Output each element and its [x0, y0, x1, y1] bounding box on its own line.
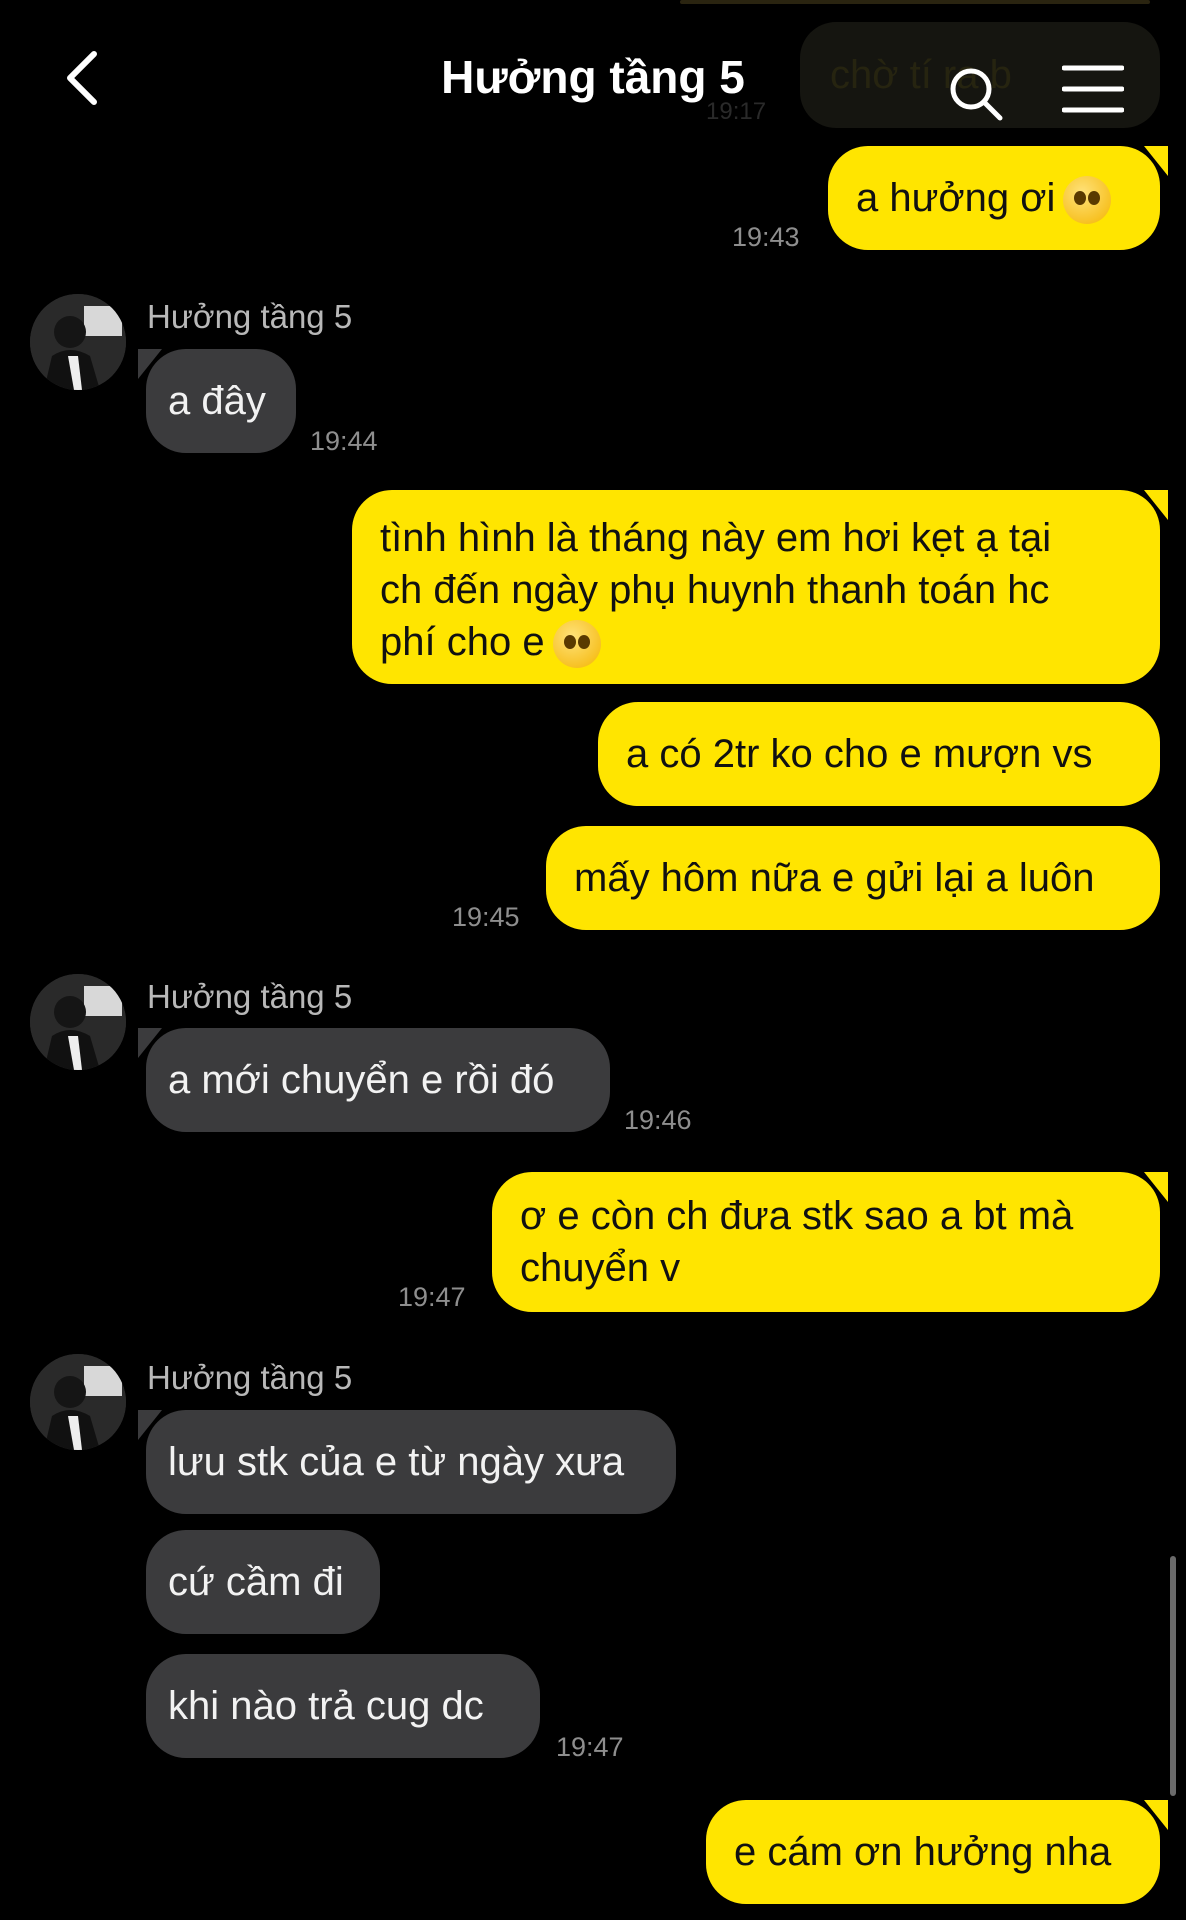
message-time: 19:46: [624, 1105, 692, 1135]
incoming-message[interactable]: lưu stk của e từ ngày xưa: [138, 1410, 676, 1514]
search-icon: [950, 68, 1003, 121]
outgoing-message[interactable]: e cám ơn hưởng nha: [706, 1800, 1168, 1904]
outgoing-message[interactable]: a có 2tr ko cho e mượn vs: [598, 702, 1160, 806]
incoming-message[interactable]: a mới chuyển e rồi đó: [138, 1028, 610, 1132]
chat-header: Hưởng tầng 5: [0, 0, 1186, 160]
sender-name: Hưởng tầng 5: [147, 978, 353, 1015]
sender-name: Hưởng tầng 5: [147, 298, 353, 335]
scrollbar[interactable]: [1170, 1556, 1176, 1796]
message-time: 19:45: [452, 902, 520, 932]
hamburger-menu-icon: [1061, 65, 1125, 113]
incoming-message[interactable]: khi nào trả cug dc: [146, 1654, 540, 1758]
avatar[interactable]: [30, 294, 126, 390]
message-time: 19:43: [732, 222, 800, 252]
message-time: 19:44: [310, 426, 378, 456]
pleading-face-emoji: [552, 620, 601, 669]
pleading-face-emoji: [1063, 176, 1112, 225]
avatar[interactable]: [30, 974, 126, 1070]
outgoing-message[interactable]: mấy hôm nữa e gửi lại a luôn: [546, 826, 1160, 930]
incoming-message[interactable]: a đây: [138, 349, 296, 453]
sender-name: Hưởng tầng 5: [147, 1359, 353, 1396]
outgoing-message[interactable]: ơ e còn ch đưa stk sao a bt mà chuyển v: [492, 1172, 1168, 1312]
menu-button[interactable]: [1061, 64, 1125, 114]
chat-title: Hưởng tầng 5: [441, 51, 745, 103]
outgoing-message[interactable]: a hưởng ơi: [828, 146, 1168, 250]
outgoing-message[interactable]: tình hình là tháng này em hơi kẹt ạ tại …: [352, 490, 1168, 684]
message-time: 19:47: [556, 1732, 624, 1762]
search-button[interactable]: [948, 66, 1004, 122]
avatar[interactable]: [30, 1354, 126, 1450]
message-time: 19:47: [398, 1282, 466, 1312]
incoming-message[interactable]: cứ cầm đi: [146, 1530, 380, 1634]
